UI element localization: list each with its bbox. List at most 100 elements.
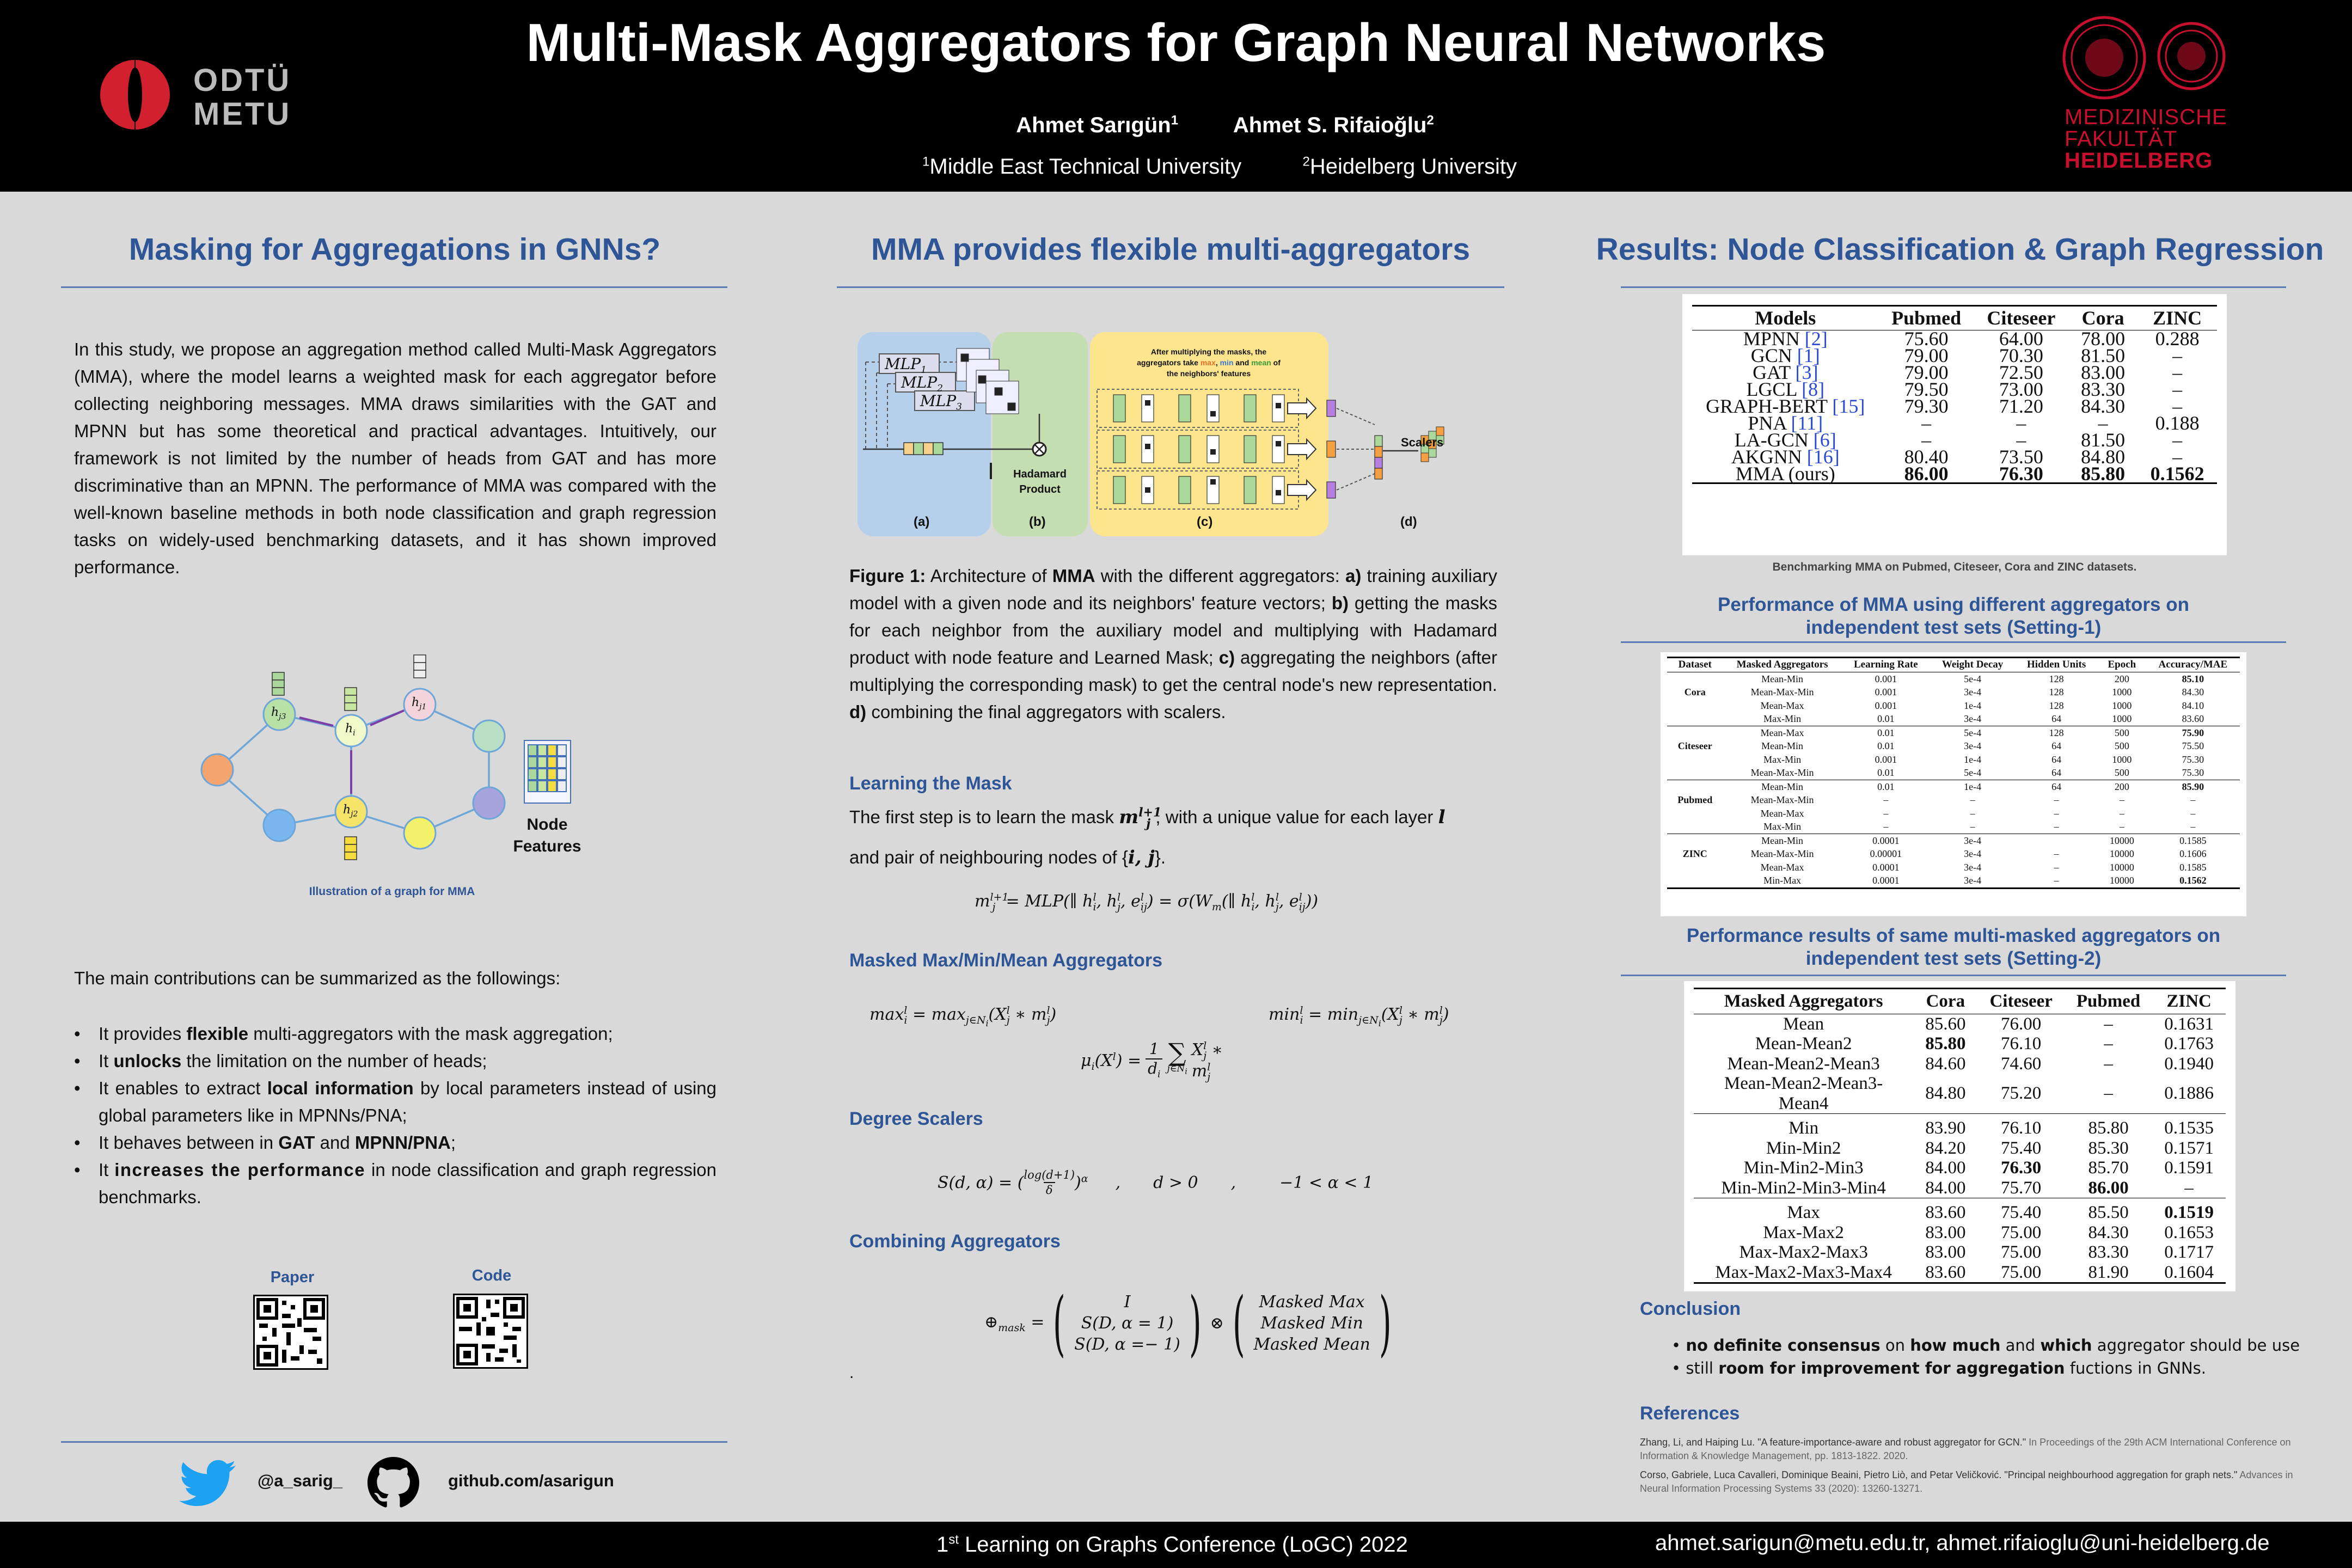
- table-cell: 0.1631: [2164, 1014, 2214, 1034]
- table-cell: 83.60: [1913, 1198, 1978, 1223]
- paper-qr-code[interactable]: [253, 1295, 328, 1370]
- table-cell: [2015, 833, 2098, 847]
- table-cell: 85.30: [2088, 1138, 2129, 1158]
- table-row: Min-Min2-Min3 84.00 76.30 85.70 0.1591: [1694, 1158, 2226, 1178]
- equation-trailing-dot: .: [849, 1364, 854, 1382]
- t2-header: Accuracy/MAE: [2146, 657, 2240, 672]
- table-cell: –: [1970, 794, 1975, 805]
- table-cell: Mean-Min: [1723, 779, 1842, 793]
- aggregator-name: Max-Max2: [1763, 1222, 1844, 1242]
- node-hj3: hj3: [271, 706, 286, 721]
- table-cell: 0.001: [1875, 754, 1897, 765]
- table-cell: 0.1604: [2152, 1262, 2226, 1284]
- table-cell: 10000: [2097, 833, 2146, 847]
- table-cell: –: [2015, 874, 2098, 889]
- table-cell: –: [1970, 821, 1975, 832]
- github-icon[interactable]: [367, 1457, 419, 1509]
- t1-header: Models: [1692, 305, 1879, 330]
- t1-header: Cora: [2068, 305, 2138, 330]
- fig-hadamard-label: Hadamard Product: [1013, 468, 1067, 495]
- table-cell: 83.60: [2182, 713, 2204, 724]
- fig-scalers-label: Scalers: [1401, 436, 1444, 449]
- table-cell: 76.00: [2001, 1014, 2042, 1034]
- table-cell: 84.60: [1925, 1054, 1966, 1074]
- table-cell: 1000: [2112, 754, 2132, 765]
- table-cell: Mean-Max: [1723, 725, 1842, 739]
- t1-header: Pubmed: [1878, 305, 1974, 330]
- table-row: Mean-Mean2-Mean3-Mean4 84.80 75.20 – 0.1886: [1694, 1074, 2226, 1114]
- table-cell: 0.1535: [2152, 1113, 2226, 1138]
- aggregator-name: Min-Min2-Min3-Min4: [1721, 1178, 1886, 1198]
- heidelberg-text-3: HEIDELBERG: [2065, 149, 2213, 173]
- table-cell: 0.01: [1877, 740, 1895, 751]
- table-cell: 0.1519: [2152, 1198, 2226, 1223]
- table-row: Mean-Min 0.0001 3e-4 10000 0.1585: [1667, 833, 2240, 847]
- code-qr-code[interactable]: [453, 1294, 528, 1369]
- table-cell: 1e-4: [1964, 700, 1982, 711]
- table-cell: –: [2190, 807, 2196, 819]
- table-cell: 86.00: [1878, 464, 1974, 484]
- table-cell: 85.90: [2146, 779, 2240, 793]
- table-cell: 64: [2051, 713, 2062, 724]
- table-cell: 3e-4: [1964, 687, 1982, 697]
- table-row: Max-Max2-Max3 83.00 75.00 83.30 0.1717: [1694, 1242, 2226, 1263]
- table-cell: 75.50: [2182, 740, 2204, 751]
- contact-emails[interactable]: ahmet.sarigun@metu.edu.tr, ahmet.rifaiog…: [1655, 1531, 2270, 1555]
- table-cell: 1000: [2112, 700, 2132, 711]
- github-octocat-icon: [367, 1457, 419, 1508]
- table-cell: 64: [2015, 779, 2098, 793]
- table-cell: –: [2104, 1054, 2113, 1074]
- col1-bottom-rule: [61, 1441, 727, 1443]
- table-cell: –: [2119, 794, 2124, 805]
- fig-label-b: (b): [1029, 514, 1046, 529]
- table-cell: 0.1940: [2164, 1054, 2214, 1074]
- fig-label-a: (a): [914, 514, 930, 529]
- contribution-item: It provides flexible multi-aggregators w…: [74, 1020, 716, 1048]
- table-row: Min 83.90 76.10 85.80 0.1535: [1694, 1113, 2226, 1138]
- fig-mlp-2: MLP2: [901, 373, 943, 394]
- table-cell: –: [2119, 807, 2124, 819]
- setting1-rule: [1621, 641, 2286, 643]
- t1-header: Citeseer: [1974, 305, 2068, 330]
- table-cell: 84.00: [1925, 1158, 1966, 1178]
- table-cell: 3e-4: [1964, 848, 1982, 859]
- author-1: Ahmet Sarıgün: [1016, 113, 1171, 137]
- references-title: References: [1640, 1403, 1740, 1424]
- learn-mask-title: Learning the Mask: [849, 773, 1012, 794]
- twitter-handle[interactable]: @a_sarig_: [258, 1471, 342, 1491]
- footer: 1st Learning on Graphs Conference (LoGC)…: [0, 1522, 2352, 1568]
- table-cell: Mean-Min: [1723, 833, 1842, 847]
- dataset-cell: [1667, 699, 1723, 713]
- contributions-list: It provides flexible multi-aggregators w…: [74, 1020, 716, 1211]
- table-cell: 0.01: [1841, 725, 1930, 739]
- table-cell: 85.70: [2088, 1158, 2129, 1178]
- table-cell: –: [2104, 1034, 2113, 1054]
- contribution-item: It increases the performance in node cla…: [74, 1156, 716, 1211]
- github-link[interactable]: github.com/asarigun: [448, 1471, 614, 1491]
- table-row: Max-Min 0.01 3e-4 64 1000 83.60: [1667, 712, 2240, 726]
- table-cell: 74.60: [2001, 1054, 2042, 1074]
- architecture-figure: MLP1 MLP2 MLP3 Hadamard Product After mul…: [852, 327, 1484, 542]
- table-cell: 0.001: [1875, 700, 1897, 711]
- dataset-cell: Cora: [1684, 687, 1706, 697]
- aggregator-name: Mean-Mean2-Mean3-Mean4: [1724, 1074, 1883, 1113]
- table-cell: –: [2054, 807, 2059, 819]
- table-cell: 83.00: [1925, 1242, 1966, 1262]
- affil-1: Middle East Technical University: [929, 155, 1242, 179]
- mean-equation: μi(Xl) = 1 di ∑ j∈Ni Xlj ∗ mlj: [1081, 1037, 1223, 1083]
- twitter-bird-icon: [179, 1460, 236, 1506]
- table-row: Mean-Max – – – – –: [1667, 807, 2240, 820]
- table-cell: –: [1883, 807, 1889, 819]
- contrib-intro: The main contributions can be summarized…: [74, 968, 561, 988]
- min-equation: minli = minj∈Ni(Xlj ∗ mlj): [1269, 1004, 1449, 1028]
- table-cell: 10000: [2097, 874, 2146, 889]
- t3-header: Masked Aggregators: [1694, 988, 1914, 1014]
- table-cell: 75.00: [2001, 1242, 2042, 1262]
- t2-header: Dataset: [1667, 657, 1723, 672]
- conclusion-list: • no definite consensus on how much and …: [1671, 1334, 2300, 1380]
- setting2-title: Performance results of same multi-masked…: [1686, 925, 2221, 969]
- table-cell: 64: [2051, 767, 2062, 778]
- table-row: Max-Max2 83.00 75.00 84.30 0.1653: [1694, 1223, 2226, 1243]
- twitter-icon[interactable]: [179, 1459, 237, 1508]
- table-cell: 75.00: [1977, 1262, 2065, 1284]
